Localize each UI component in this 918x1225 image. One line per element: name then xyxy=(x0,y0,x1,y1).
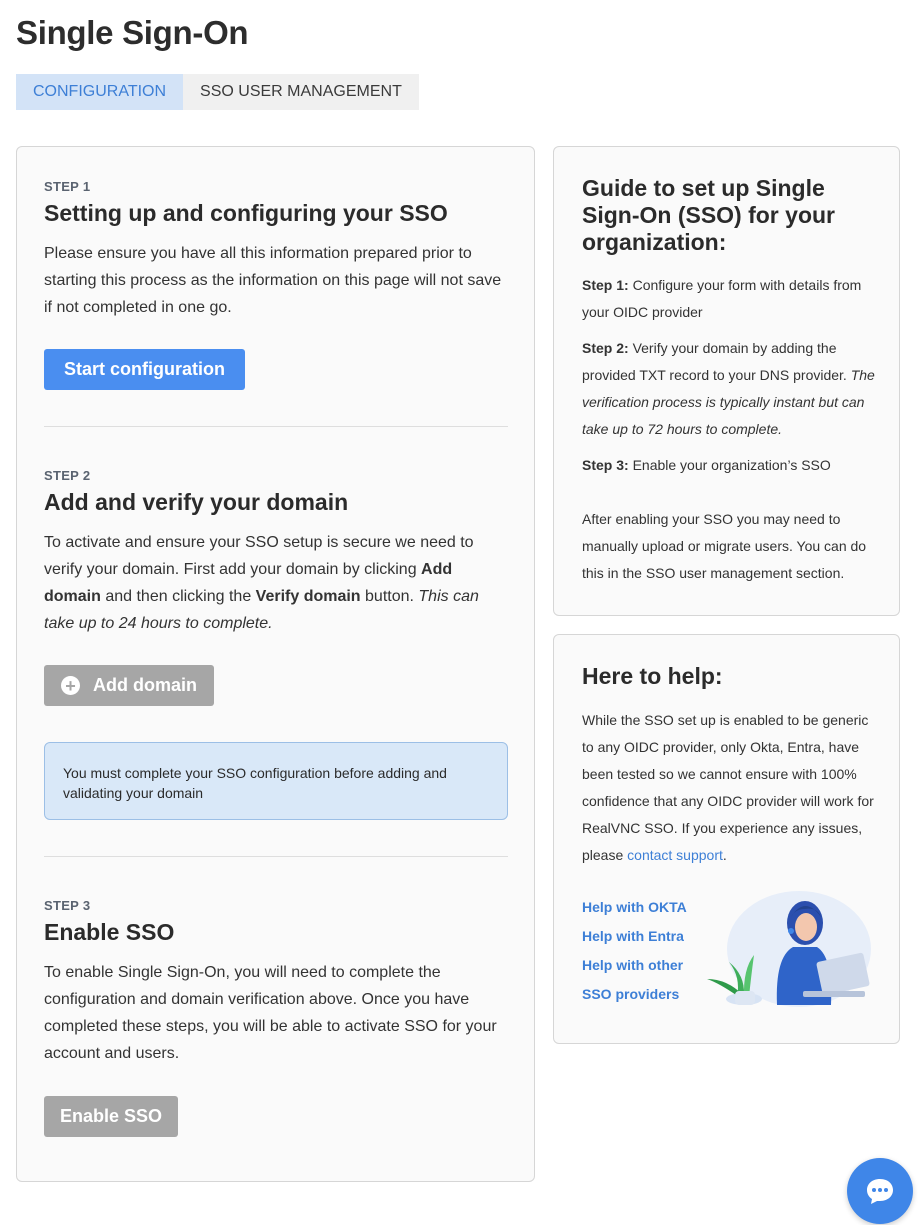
step-2-label: STEP 2 xyxy=(44,468,91,483)
chat-button[interactable] xyxy=(847,1158,913,1224)
step-2-description: To activate and ensure your SSO setup is… xyxy=(44,534,479,632)
help-body: While the SSO set up is enabled to be ge… xyxy=(582,712,874,863)
help-title: Here to help: xyxy=(582,663,723,689)
help-other-link[interactable]: Help with other xyxy=(582,951,687,980)
guide-body: Step 1: Configure your form with details… xyxy=(582,272,882,596)
chat-bubble-icon xyxy=(867,1179,893,1204)
help-okta-link[interactable]: Help with OKTA xyxy=(582,893,687,922)
start-configuration-button[interactable]: Start configuration xyxy=(44,349,245,390)
add-domain-label: Add domain xyxy=(93,675,197,695)
step-1-description: Please ensure you have all this informat… xyxy=(44,245,502,316)
guide-title: Guide to set up Single Sign-On (SSO) for… xyxy=(582,175,835,255)
guide-step-1: Step 1: Configure your form with details… xyxy=(582,277,862,320)
tab-sso-user-management[interactable]: SSO USER MANAGEMENT xyxy=(183,74,419,110)
enable-sso-button[interactable]: Enable SSO xyxy=(44,1096,178,1137)
step-3-label: STEP 3 xyxy=(44,898,91,913)
tab-configuration[interactable]: CONFIGURATION xyxy=(16,74,184,110)
help-entra-link[interactable]: Help with Entra xyxy=(582,922,687,951)
support-agent-illustration xyxy=(707,891,871,1007)
configuration-steps-card: STEP 1 Setting up and configuring your S… xyxy=(16,146,535,1182)
sso-guide-card: Guide to set up Single Sign-On (SSO) for… xyxy=(553,146,900,616)
domain-notice: You must complete your SSO configuration… xyxy=(44,742,508,820)
step-1-title: Setting up and configuring your SSO xyxy=(44,200,448,226)
step-1-section: STEP 1 Setting up and configuring your S… xyxy=(44,179,510,321)
divider xyxy=(44,426,508,427)
tab-bar: CONFIGURATION SSO USER MANAGEMENT xyxy=(16,74,419,110)
guide-step-2: Step 2: Verify your domain by adding the… xyxy=(582,340,875,437)
guide-after-text: After enabling your SSO you may need to … xyxy=(582,511,867,581)
guide-step-3: Step 3: Enable your organization’s SSO xyxy=(582,457,831,473)
help-other-link-continued[interactable]: SSO providers xyxy=(582,980,687,1009)
help-card: Here to help: While the SSO set up is en… xyxy=(553,634,900,1044)
step-3-section: STEP 3 Enable SSO To enable Single Sign-… xyxy=(44,898,510,1067)
help-links: Help with OKTA Help with Entra Help with… xyxy=(582,893,687,1009)
page-title: Single Sign-On xyxy=(16,14,249,51)
step-3-description: To enable Single Sign-On, you will need … xyxy=(44,964,497,1062)
add-domain-button[interactable]: + Add domain xyxy=(44,665,214,706)
step-1-label: STEP 1 xyxy=(44,179,91,194)
contact-support-link[interactable]: contact support xyxy=(627,847,723,863)
plus-circle-icon: + xyxy=(61,676,80,695)
divider xyxy=(44,856,508,857)
step-2-section: STEP 2 Add and verify your domain To act… xyxy=(44,468,510,637)
step-2-title: Add and verify your domain xyxy=(44,489,349,515)
step-3-title: Enable SSO xyxy=(44,919,175,945)
